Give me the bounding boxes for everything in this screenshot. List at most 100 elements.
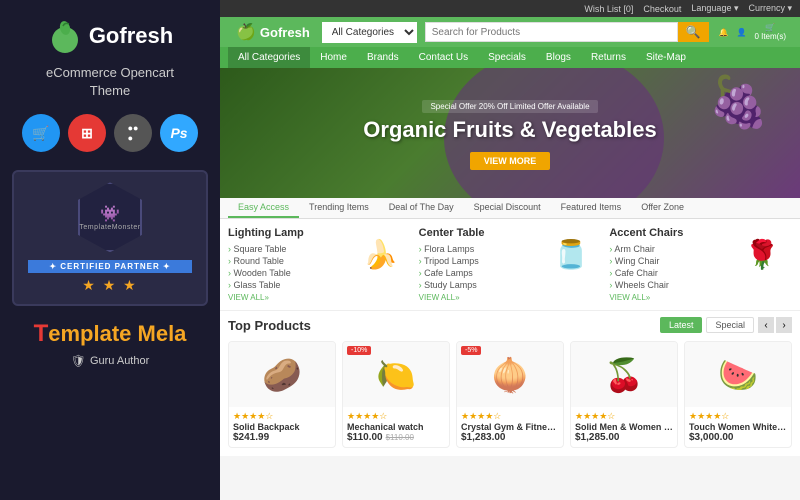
list-item[interactable]: Round Table <box>228 255 351 267</box>
section-image-1: 🫙 <box>541 227 601 282</box>
subnav-sitemap[interactable]: Site-Map <box>636 47 696 68</box>
hero-cta-button[interactable]: VIEW MORE <box>470 152 551 170</box>
subnav-blogs[interactable]: Blogs <box>536 47 581 68</box>
list-item[interactable]: Tripod Lamps <box>419 255 542 267</box>
view-all-2[interactable]: VIEW ALL» <box>609 293 732 302</box>
notification-icon[interactable]: 🔔 <box>719 28 729 37</box>
top-bar: Wish List [0] Checkout Language ▾ Curren… <box>220 0 800 17</box>
language-dropdown[interactable]: Language ▾ <box>691 3 738 14</box>
top-products-title: Top Products <box>228 318 311 333</box>
product-price-3: $1,285.00 <box>575 432 620 443</box>
tab-easy-access[interactable]: Easy Access <box>228 198 299 218</box>
products-grid: 🥔 ★★★★☆ Solid Backpack $241.99 -10% 🍋 ★★… <box>220 337 800 456</box>
tab-special-discount[interactable]: Special Discount <box>464 198 551 218</box>
product-card-4: 🍉 ★★★★☆ Touch Women White Heels $3,000.0… <box>684 341 792 448</box>
category-select[interactable]: All Categories <box>322 22 417 43</box>
list-item[interactable]: Square Table <box>228 243 351 255</box>
product-stars-2: ★★★★☆ <box>461 411 559 422</box>
product-stars-1: ★★★★☆ <box>347 411 445 422</box>
product-image-0: 🥔 <box>229 342 335 407</box>
t-letter: T <box>34 320 49 347</box>
product-stars-3: ★★★★☆ <box>575 411 673 422</box>
hexagon-badge: 👾 TemplateMonster <box>78 182 142 252</box>
hero-banner: Special Offer 20% Off Limited Offer Avai… <box>220 68 800 198</box>
section-image-0: 🍌 <box>351 227 411 282</box>
tab-deal-of-day[interactable]: Deal of The Day <box>379 198 464 218</box>
nav-arrows: ‹ › <box>758 317 792 333</box>
subnav-home[interactable]: Home <box>310 47 357 68</box>
product-price-2: $1,283.00 <box>461 432 506 443</box>
product-old-price-1: $110.00 <box>386 433 414 442</box>
list-item[interactable]: Wheels Chair <box>609 279 732 291</box>
brand-name: Template Mela <box>34 320 187 348</box>
section-title-0: Lighting Lamp <box>228 227 351 239</box>
left-panel: Gofresh eCommerce OpencartTheme 🛒 ⊞ ●●● … <box>0 0 220 500</box>
product-price-0: $241.99 <box>233 432 269 443</box>
certified-banner: ✦ CERTIFIED PARTNER ✦ <box>28 260 192 273</box>
mela-text: emplate Mela <box>48 321 186 346</box>
product-price-4: $3,000.00 <box>689 432 734 443</box>
logo-text: Gofresh <box>89 23 173 49</box>
section-lighting-lamp: Lighting Lamp Square Table Round Table W… <box>228 227 411 302</box>
view-all-1[interactable]: VIEW ALL» <box>419 293 542 302</box>
product-stars-0: ★★★★☆ <box>233 411 331 422</box>
product-stars-4: ★★★★☆ <box>689 411 787 422</box>
tech-icon-photoshop: Ps <box>160 114 198 152</box>
tab-featured[interactable]: Featured Items <box>551 198 632 218</box>
tech-icons: 🛒 ⊞ ●●● Ps <box>22 114 198 152</box>
hero-offer-badge: Special Offer 20% Off Limited Offer Avai… <box>422 100 597 113</box>
nav-brand: 🍏 Gofresh <box>228 17 318 47</box>
product-card-1: -10% 🍋 ★★★★☆ Mechanical watch $110.00$11… <box>342 341 450 448</box>
section-title-1: Center Table <box>419 227 542 239</box>
list-item[interactable]: Study Lamps <box>419 279 542 291</box>
partner-badge: 👾 TemplateMonster ✦ CERTIFIED PARTNER ✦ … <box>12 170 208 306</box>
cart-count: 0 Item(s) <box>754 32 786 41</box>
list-item[interactable]: Flora Lamps <box>419 243 542 255</box>
tab-trending[interactable]: Trending Items <box>299 198 379 218</box>
list-item[interactable]: Glass Table <box>228 279 351 291</box>
subnav-contactus[interactable]: Contact Us <box>409 47 478 68</box>
tagline: eCommerce OpencartTheme <box>46 64 174 100</box>
cart-icon[interactable]: 🛒 0 Item(s) <box>754 23 786 41</box>
list-item[interactable]: Cafe Lamps <box>419 267 542 279</box>
currency-dropdown[interactable]: Currency ▾ <box>748 3 792 14</box>
right-panel: Wish List [0] Checkout Language ▾ Curren… <box>220 0 800 500</box>
product-name-3: Solid Men & Women Muffler <box>575 422 673 432</box>
product-image-3: 🍒 <box>571 342 677 407</box>
next-arrow[interactable]: › <box>776 317 792 333</box>
prev-arrow[interactable]: ‹ <box>758 317 774 333</box>
tab-special[interactable]: Special <box>706 317 754 333</box>
product-image-4: 🍉 <box>685 342 791 407</box>
subnav-allcategories[interactable]: All Categories <box>228 47 310 68</box>
tab-offer-zone[interactable]: Offer Zone <box>631 198 694 218</box>
wishlist-link[interactable]: Wish List [0] <box>584 4 633 14</box>
user-icon[interactable]: 👤 <box>736 28 746 37</box>
checkout-link[interactable]: Checkout <box>643 4 681 14</box>
view-all-0[interactable]: VIEW ALL» <box>228 293 351 302</box>
list-item[interactable]: Wooden Table <box>228 267 351 279</box>
product-info-2: ★★★★☆ Crystal Gym & Fitness Glove $1,283… <box>457 407 563 447</box>
subnav-specials[interactable]: Specials <box>478 47 536 68</box>
logo-area: Gofresh <box>47 18 173 54</box>
product-tabs: Latest Special <box>660 317 754 333</box>
sub-nav: All Categories Home Brands Contact Us Sp… <box>220 47 800 68</box>
section-accent-chairs: Accent Chairs Arm Chair Wing Chair Cafe … <box>609 227 792 302</box>
product-badge-2: -5% <box>461 346 481 355</box>
search-input[interactable] <box>425 22 678 42</box>
tab-latest[interactable]: Latest <box>660 317 703 333</box>
guru-label: Guru Author <box>90 355 149 367</box>
product-name-0: Solid Backpack <box>233 422 331 432</box>
search-button[interactable]: 🔍 <box>678 22 709 42</box>
list-item[interactable]: Wing Chair <box>609 255 732 267</box>
subnav-returns[interactable]: Returns <box>581 47 636 68</box>
certified-text: ✦ CERTIFIED PARTNER ✦ <box>49 262 170 271</box>
list-item[interactable]: Cafe Chair <box>609 267 732 279</box>
product-card-3: 🍒 ★★★★☆ Solid Men & Women Muffler $1,285… <box>570 341 678 448</box>
main-nav: 🍏 Gofresh All Categories 🔍 🔔 👤 🛒 0 Item(… <box>220 17 800 47</box>
section-list-1: Flora Lamps Tripod Lamps Cafe Lamps Stud… <box>419 243 542 291</box>
list-item[interactable]: Arm Chair <box>609 243 732 255</box>
subnav-brands[interactable]: Brands <box>357 47 409 68</box>
hexagon-container: 👾 TemplateMonster <box>28 182 192 252</box>
product-info-4: ★★★★☆ Touch Women White Heels $3,000.00 <box>685 407 791 447</box>
section-image-2: 🌹 <box>732 227 792 282</box>
